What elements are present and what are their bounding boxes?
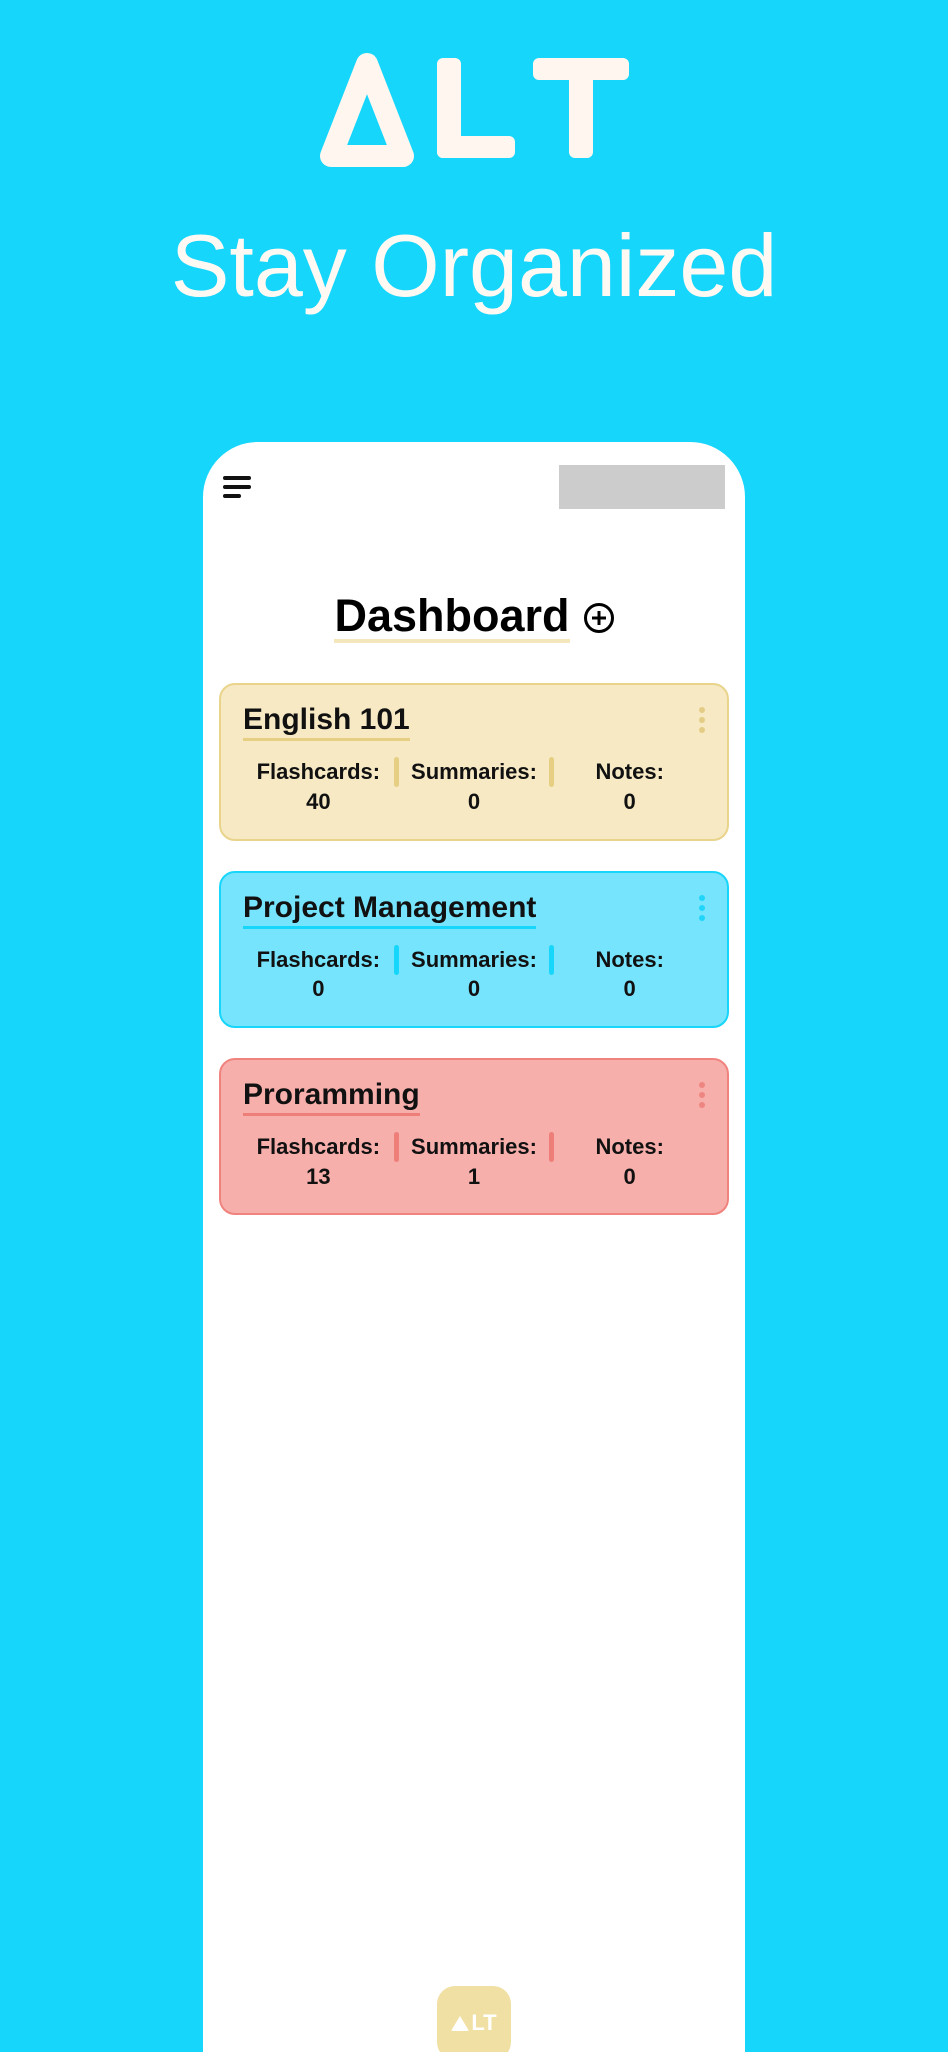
stat-flashcards: Flashcards: 40 [243,757,394,816]
subject-card[interactable]: English 101 Flashcards: 40 Summaries: 0 … [219,683,729,840]
tagline: Stay Organized [0,215,948,317]
stat-notes: Notes: 0 [554,945,705,1004]
phone-frame: Dashboard English 101 Flashcards: 40 Sum… [203,442,745,2052]
app-logo [319,50,629,170]
stat-summaries: Summaries: 0 [399,945,550,1004]
app-bar [203,442,745,532]
bottom-nav: LT [203,1992,745,2052]
stat-notes: Notes: 0 [554,757,705,816]
card-title: Proramming [243,1078,420,1116]
more-icon[interactable] [699,895,705,921]
nav-home-button[interactable]: LT [437,1986,511,2052]
subject-card[interactable]: Project Management Flashcards: 0 Summari… [219,871,729,1028]
card-list: English 101 Flashcards: 40 Summaries: 0 … [203,683,745,1215]
more-icon[interactable] [699,1082,705,1108]
stat-summaries: Summaries: 1 [399,1132,550,1191]
page-title: Dashboard [334,592,569,643]
header-placeholder [559,465,725,509]
add-button[interactable] [584,603,614,633]
nav-logo-icon: LT [451,2010,496,2036]
card-stats: Flashcards: 40 Summaries: 0 Notes: 0 [243,757,705,816]
stat-notes: Notes: 0 [554,1132,705,1191]
card-title: Project Management [243,891,536,929]
card-stats: Flashcards: 13 Summaries: 1 Notes: 0 [243,1132,705,1191]
more-icon[interactable] [699,707,705,733]
subject-card[interactable]: Proramming Flashcards: 13 Summaries: 1 N… [219,1058,729,1215]
stat-flashcards: Flashcards: 13 [243,1132,394,1191]
stat-summaries: Summaries: 0 [399,757,550,816]
card-title: English 101 [243,703,410,741]
stat-flashcards: Flashcards: 0 [243,945,394,1004]
menu-icon[interactable] [223,476,251,498]
card-stats: Flashcards: 0 Summaries: 0 Notes: 0 [243,945,705,1004]
page-title-row: Dashboard [203,592,745,643]
